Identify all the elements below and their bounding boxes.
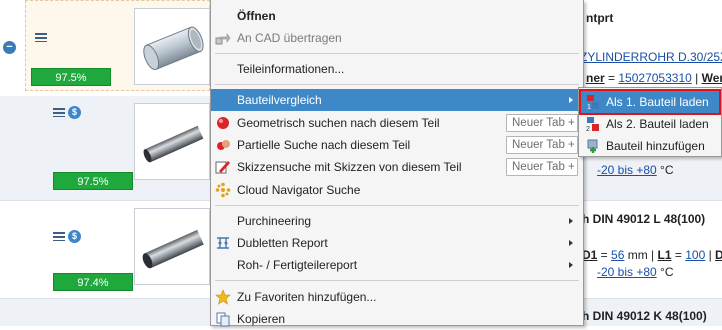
steel-tube-image (143, 125, 204, 163)
svg-text:2: 2 (586, 126, 590, 132)
menu-label: Skizzensuche mit Skizzen von diesem Teil (237, 160, 462, 174)
svg-text:1: 1 (587, 104, 591, 110)
cloud-navigator-icon (215, 182, 231, 198)
cad-transfer-icon (215, 33, 231, 45)
menu-item-open[interactable]: Öffnen (211, 5, 583, 27)
submenu-arrow-icon (569, 97, 573, 103)
row3-l1-link[interactable]: L1 (658, 248, 672, 262)
match-percentage: 97.5% (53, 172, 133, 190)
menu-item-copy[interactable]: Kopieren (211, 308, 583, 330)
list-menu-icon[interactable] (53, 108, 65, 117)
row4-title[interactable]: h DIN 49012 K 48(100) (582, 309, 707, 323)
star-icon (215, 289, 231, 305)
new-tab-button[interactable]: Neuer Tab + (506, 136, 578, 154)
menu-label: Purchineering (237, 214, 312, 228)
row3-d1-value[interactable]: 56 (611, 248, 624, 262)
menu-divider (215, 280, 579, 281)
row1-title-link[interactable]: ZYLINDERROHR D.30/25X 5 (580, 50, 722, 64)
row1-key-link[interactable]: ner (586, 71, 605, 85)
menu-item-add-favorites[interactable]: Zu Favoriten hinzufügen... (211, 286, 583, 308)
row1-tail-link[interactable]: Werks (702, 71, 722, 85)
partial-search-icon (217, 140, 230, 150)
submenu-arrow-icon (569, 218, 573, 224)
load-first-part-icon: 1 (587, 95, 599, 110)
part-thumbnail[interactable] (134, 208, 210, 285)
row2-unit: °C (656, 163, 674, 177)
menu-item-purchineering[interactable]: Purchineering (211, 210, 583, 232)
menu-label: Kopieren (237, 312, 286, 326)
menu-label: Teileinformationen... (237, 62, 345, 76)
row3-eq: = (597, 248, 612, 262)
menu-divider (215, 84, 579, 85)
row3-temperature: -20 bis +80 °C (597, 265, 674, 279)
list-menu-icon[interactable] (35, 33, 47, 42)
menu-label: Bauteil hinzufügen (606, 139, 705, 153)
submenu-arrow-icon (569, 240, 573, 246)
menu-divider (215, 53, 579, 54)
add-part-icon (587, 139, 598, 153)
list-menu-icon[interactable] (53, 232, 65, 241)
glass-tube-image (143, 26, 204, 71)
column-header: ntprt (586, 11, 614, 25)
match-percentage: 97.5% (31, 68, 111, 86)
row2-temperature: -20 bis +80 °C (597, 163, 674, 177)
part-thumbnail[interactable] (134, 103, 210, 180)
menu-label: Roh- / Fertigteilereport (237, 258, 358, 272)
row3-eq2: = (671, 248, 686, 262)
new-tab-button[interactable]: Neuer Tab + (506, 158, 578, 176)
row3-temp-link[interactable]: -20 bis +80 (597, 265, 657, 279)
menu-label: An CAD übertragen (237, 31, 342, 45)
menu-divider (215, 205, 579, 206)
row3-unit-mm: mm | (624, 248, 658, 262)
collapse-icon[interactable]: − (3, 41, 16, 54)
duplicates-icon (217, 237, 229, 249)
menu-label: Zu Favoriten hinzufügen... (237, 290, 377, 304)
row3-d1-link[interactable]: D1 (582, 248, 597, 262)
row1-eq: = (604, 71, 619, 85)
menu-item-duplicates-report[interactable]: Dubletten Report (211, 232, 583, 254)
menu-label: Partielle Suche nach diesem Teil (237, 138, 411, 152)
submenu-item-load-second[interactable]: 2 Als 2. Bauteil laden (581, 113, 719, 135)
menu-label: Geometrisch suchen nach diesem Teil (237, 116, 440, 130)
menu-label: Öffnen (237, 9, 276, 23)
new-tab-button[interactable]: Neuer Tab + (506, 114, 578, 132)
row3-unit: °C (656, 265, 674, 279)
row3-sep: | (705, 248, 716, 262)
row2-temp-link[interactable]: -20 bis +80 (597, 163, 657, 177)
part-thumbnail[interactable] (134, 8, 210, 85)
menu-item-partial-search[interactable]: Partielle Suche nach diesem Teil Neuer T… (211, 134, 583, 156)
geometric-search-icon (217, 117, 229, 129)
row3-title[interactable]: h DIN 49012 L 48(100) (582, 212, 705, 226)
menu-label: Cloud Navigator Suche (237, 183, 361, 197)
menu-item-raw-finished-report[interactable]: Roh- / Fertigteilereport (211, 254, 583, 276)
row3-l1-value[interactable]: 100 (685, 248, 705, 262)
submenu-arrow-icon (569, 262, 573, 268)
steel-tube-image (142, 229, 204, 269)
menu-label: Dubletten Report (237, 236, 328, 250)
compare-submenu: 1 Als 1. Bauteil laden 2 Als 2. Bauteil … (578, 87, 722, 157)
row3-attributes: D1 = 56 mm | L1 = 100 | D1 (582, 248, 722, 262)
menu-item-sketch-search[interactable]: Skizzensuche mit Skizzen von diesem Teil… (211, 156, 583, 178)
menu-label: Als 2. Bauteil laden (606, 117, 709, 131)
row3-d2-link[interactable]: D1 (715, 248, 722, 262)
row1-attributes: ner = 15027053310 | Werks (586, 71, 722, 85)
context-menu: Öffnen An CAD übertragen Teileinformatio… (210, 0, 584, 327)
supplier-icon[interactable]: $ (68, 106, 81, 119)
copy-icon (216, 312, 230, 327)
submenu-item-load-first[interactable]: 1 Als 1. Bauteil laden (579, 89, 721, 115)
menu-item-transfer-cad[interactable]: An CAD übertragen (211, 27, 583, 49)
match-percentage: 97.4% (53, 273, 133, 291)
menu-label: Als 1. Bauteil laden (606, 95, 709, 109)
menu-item-compare[interactable]: Bauteilvergleich (211, 89, 583, 111)
sketch-search-icon (215, 161, 230, 174)
row1-number-link[interactable]: 15027053310 (618, 71, 691, 85)
load-second-part-icon: 2 (586, 117, 599, 132)
menu-item-cloud-navigator[interactable]: Cloud Navigator Suche (211, 179, 583, 201)
row1-sep: | (691, 71, 702, 85)
menu-item-part-info[interactable]: Teileinformationen... (211, 58, 583, 80)
menu-label: Bauteilvergleich (237, 93, 322, 107)
supplier-icon[interactable]: $ (68, 230, 81, 243)
menu-item-geo-search[interactable]: Geometrisch suchen nach diesem Teil Neue… (211, 112, 583, 134)
submenu-item-add-part[interactable]: Bauteil hinzufügen (581, 135, 719, 157)
